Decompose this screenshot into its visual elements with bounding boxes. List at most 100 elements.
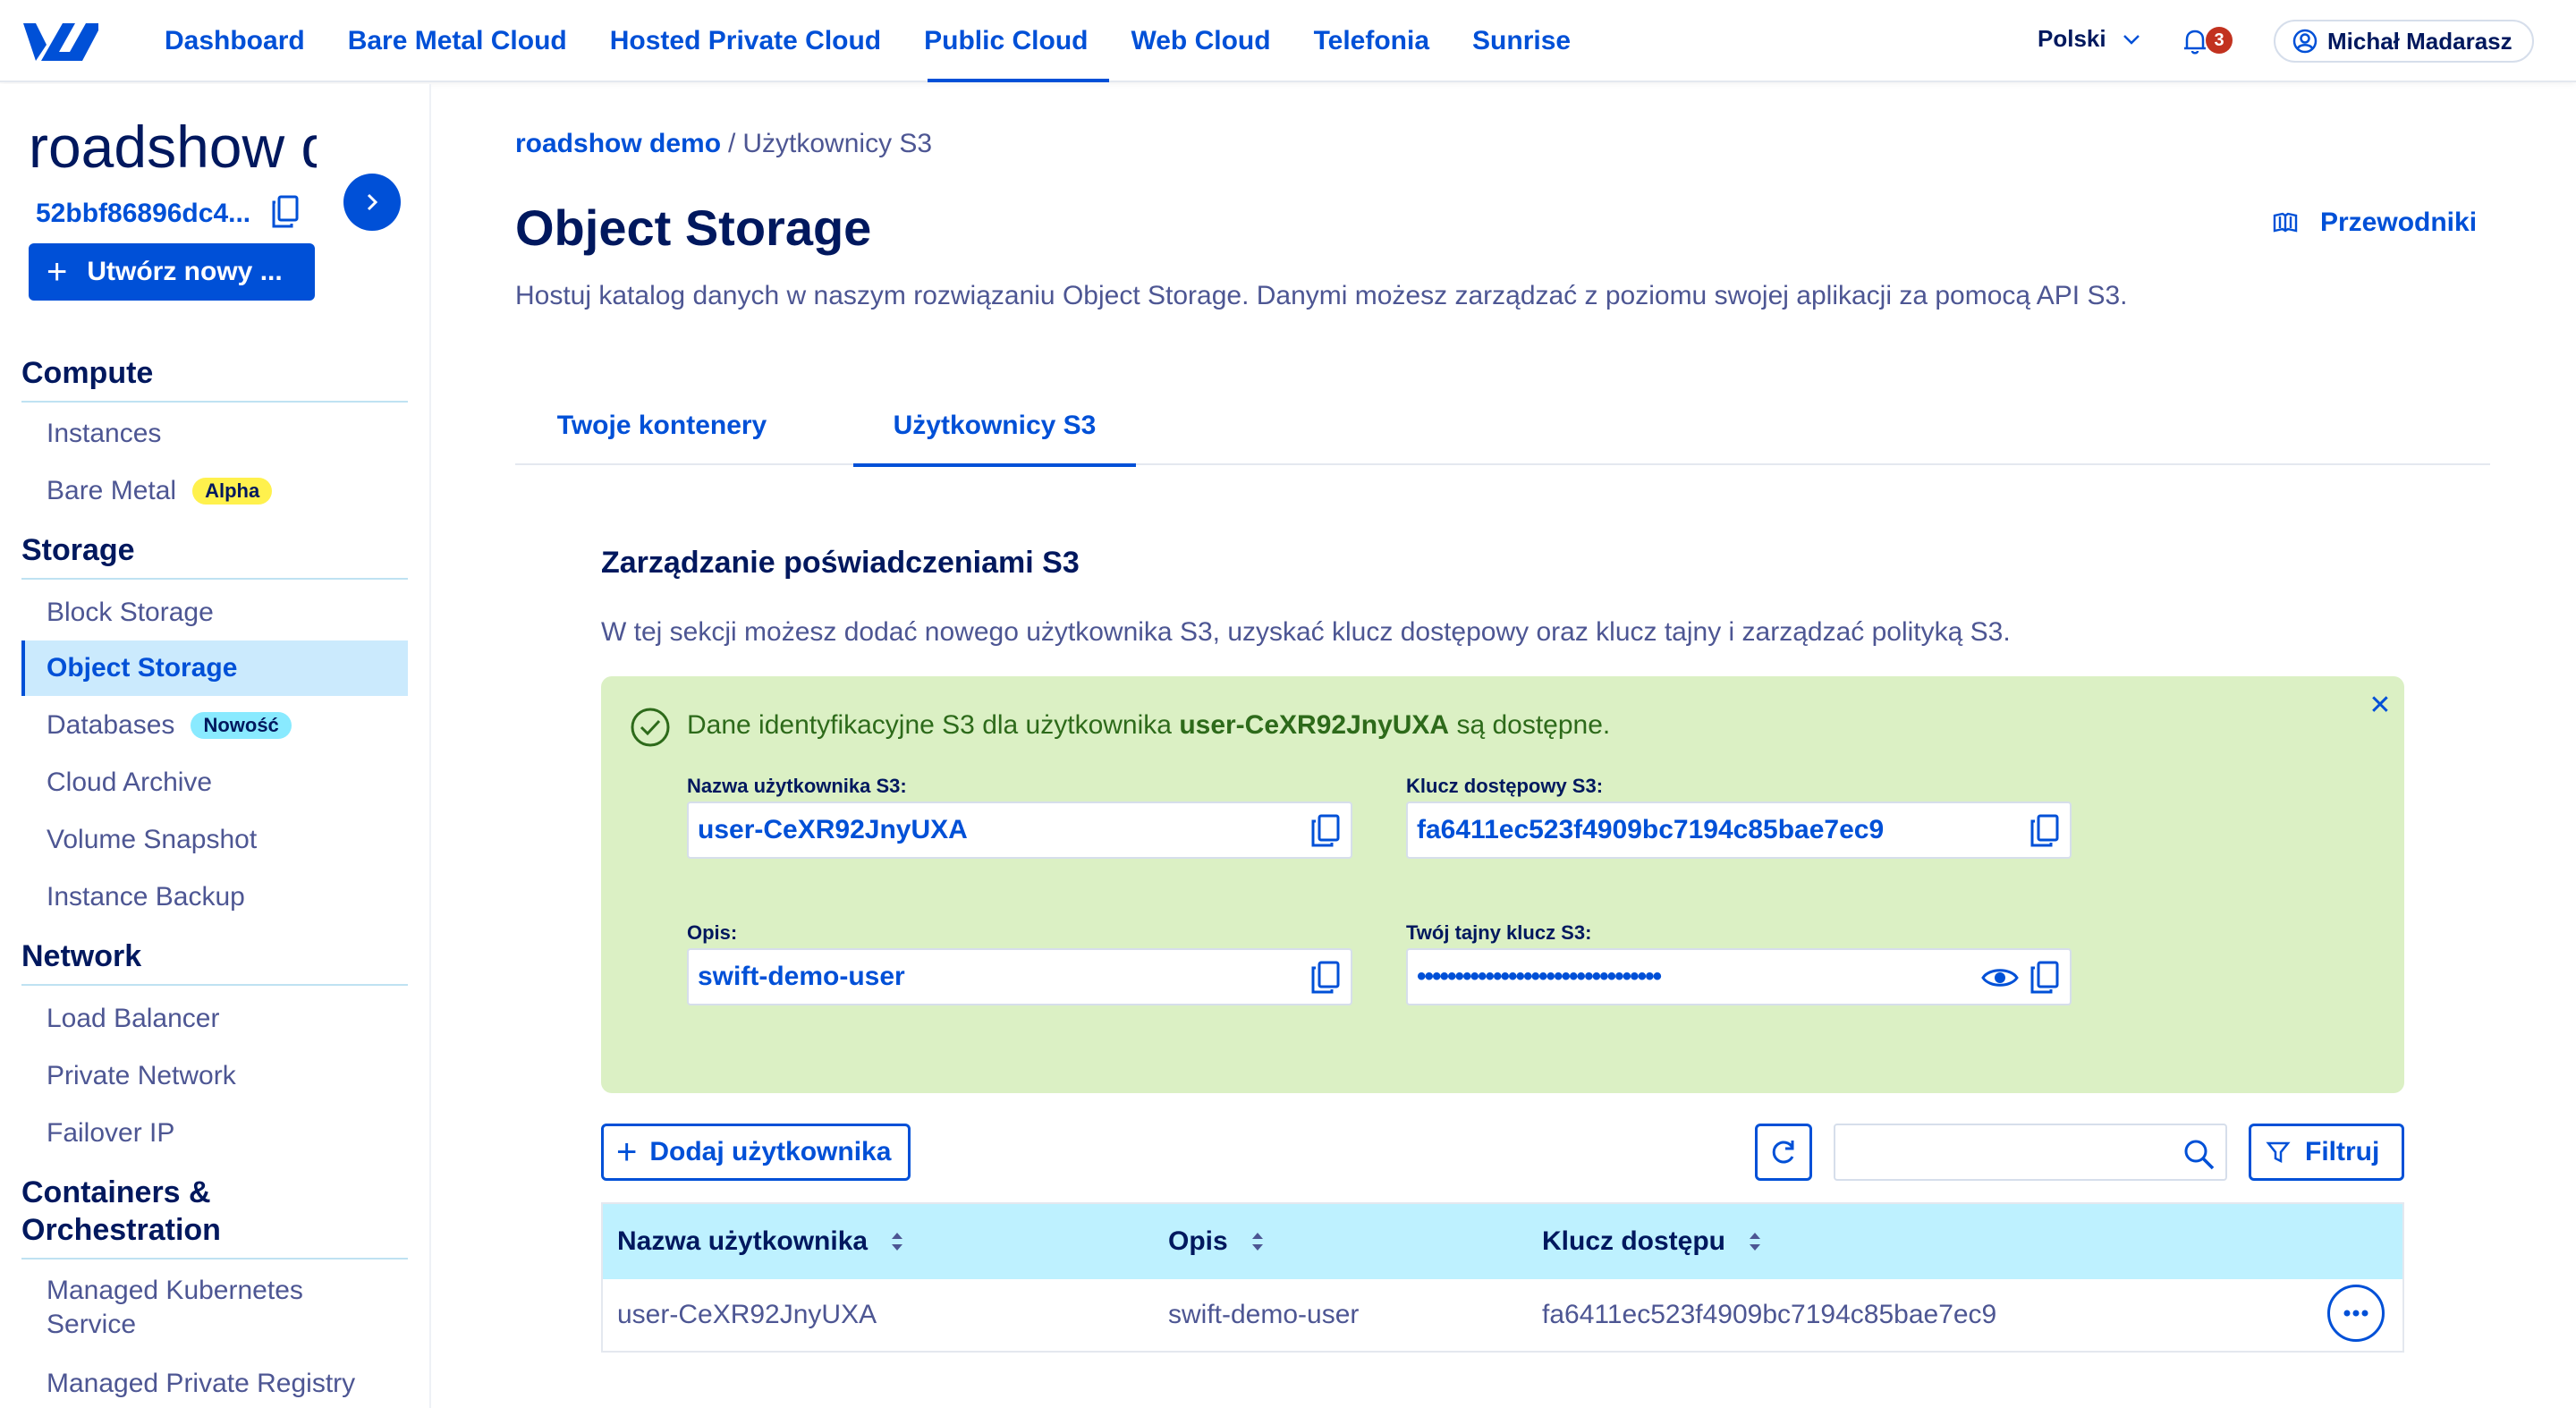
description-field[interactable]: swift-demo-user xyxy=(687,948,1352,1005)
tab-containers[interactable]: Twoje kontenery xyxy=(515,392,809,465)
project-id[interactable]: 52bbf86896dc4... xyxy=(36,199,250,229)
breadcrumb-separator: / xyxy=(728,129,736,158)
sidebar-item-label: Managed Kubernetes Service xyxy=(47,1276,303,1339)
nav-bare-metal-cloud[interactable]: Bare Metal Cloud xyxy=(326,0,589,82)
nav-telefonia[interactable]: Telefonia xyxy=(1292,0,1451,82)
success-message-box: Dane identyfikacyjne S3 dla użytkownika … xyxy=(601,676,2404,1093)
access-key-label: Klucz dostępowy S3: xyxy=(1406,775,1604,797)
cell-access-key: fa6411ec523f4909bc7194c85bae7ec9 xyxy=(1542,1300,1997,1329)
check-circle-icon xyxy=(631,708,670,747)
create-new-button[interactable]: + Utwórz nowy ... xyxy=(29,243,315,301)
username-field[interactable]: user-CeXR92JnyUXA xyxy=(687,802,1352,859)
sidebar-item-volume-snapshot[interactable]: Volume Snapshot xyxy=(21,812,408,868)
section-network: Network xyxy=(21,937,408,986)
section-description: W tej sekcji możesz dodać nowego użytkow… xyxy=(601,617,2011,647)
sidebar-item-label: Instances xyxy=(47,419,162,448)
nav-hosted-private-cloud[interactable]: Hosted Private Cloud xyxy=(589,0,902,82)
username-label: Nazwa użytkownika S3: xyxy=(687,775,907,797)
nav-sunrise[interactable]: Sunrise xyxy=(1451,0,1592,82)
sidebar-item-label: Databases xyxy=(47,710,175,740)
sidebar-item-cloud-archive[interactable]: Cloud Archive xyxy=(21,755,408,810)
add-user-label: Dodaj użytkownika xyxy=(649,1137,892,1166)
row-actions-button[interactable] xyxy=(2327,1285,2385,1342)
book-icon xyxy=(2273,212,2298,233)
top-navigation-bar: Dashboard Bare Metal Cloud Hosted Privat… xyxy=(0,0,2576,82)
copy-icon[interactable] xyxy=(270,195,301,229)
filter-icon xyxy=(2266,1141,2291,1164)
chevron-right-icon xyxy=(367,193,378,211)
ovhcloud-logo[interactable] xyxy=(20,18,102,64)
table-row: user-CeXR92JnyUXA swift-demo-user fa6411… xyxy=(603,1279,2402,1351)
user-menu-button[interactable]: Michał Madarasz xyxy=(2274,20,2534,63)
page-title: Object Storage xyxy=(515,199,872,256)
nav-dashboard[interactable]: Dashboard xyxy=(143,0,326,82)
project-switch-button[interactable] xyxy=(343,174,401,231)
column-header-description[interactable]: Opis xyxy=(1168,1204,1266,1279)
sidebar-item-failover-ip[interactable]: Failover IP xyxy=(21,1106,408,1161)
column-header-label: Nazwa użytkownika xyxy=(617,1226,869,1256)
sidebar-item-bare-metal[interactable]: Bare Metal Alpha xyxy=(21,463,408,519)
search-input[interactable] xyxy=(1843,1132,2165,1172)
breadcrumb: roadshow demo / Użytkownicy S3 xyxy=(515,129,932,159)
language-selector[interactable]: Polski xyxy=(2038,25,2140,53)
column-header-username[interactable]: Nazwa użytkownika xyxy=(617,1204,905,1279)
copy-icon[interactable] xyxy=(2029,814,2061,848)
sidebar-item-label: Failover IP xyxy=(47,1118,175,1148)
sidebar-item-managed-private-registry[interactable]: Managed Private Registry xyxy=(21,1356,408,1408)
sidebar-item-label: Volume Snapshot xyxy=(47,825,258,854)
sidebar-item-label: Load Balancer xyxy=(47,1004,220,1033)
sort-icon xyxy=(1750,1233,1761,1251)
close-icon[interactable]: ✕ xyxy=(2367,692,2394,719)
filter-label: Filtruj xyxy=(2305,1137,2380,1166)
success-prefix: Dane identyfikacyjne S3 dla użytkownika xyxy=(687,710,1180,740)
guides-label: Przewodniki xyxy=(2320,208,2478,237)
sidebar-item-label: Bare Metal xyxy=(47,476,177,505)
eye-icon[interactable] xyxy=(1980,961,2020,995)
search-icon[interactable] xyxy=(2181,1136,2216,1172)
sort-icon xyxy=(892,1233,903,1251)
sidebar-item-private-network[interactable]: Private Network xyxy=(21,1048,408,1104)
copy-icon[interactable] xyxy=(2029,961,2061,995)
sidebar-item-label: Cloud Archive xyxy=(47,768,213,797)
secret-key-label: Twój tajny klucz S3: xyxy=(1406,921,1592,944)
plus-icon: + xyxy=(616,1132,638,1172)
copy-icon[interactable] xyxy=(1309,814,1342,848)
add-user-button[interactable]: + Dodaj użytkownika xyxy=(601,1124,911,1181)
more-horizontal-icon xyxy=(2343,1310,2368,1317)
refresh-icon xyxy=(1772,1141,1794,1164)
sidebar-item-instance-backup[interactable]: Instance Backup xyxy=(21,869,408,925)
create-new-label: Utwórz nowy ... xyxy=(87,257,283,286)
copy-icon[interactable] xyxy=(1309,961,1342,995)
sidebar-item-instances[interactable]: Instances xyxy=(21,406,408,462)
sidebar-item-label: Object Storage xyxy=(47,653,238,683)
success-text: Dane identyfikacyjne S3 dla użytkownika … xyxy=(687,710,1610,741)
new-badge: Nowość xyxy=(191,712,292,739)
column-header-access-key[interactable]: Klucz dostępu xyxy=(1542,1204,1763,1279)
nav-web-cloud[interactable]: Web Cloud xyxy=(1109,0,1292,82)
sidebar-item-managed-kubernetes[interactable]: Managed Kubernetes Service xyxy=(21,1270,317,1342)
table-header: Nazwa użytkownika Opis Klucz dostępu xyxy=(603,1204,2402,1279)
tab-s3-users[interactable]: Użytkownicy S3 xyxy=(853,392,1136,467)
refresh-button[interactable] xyxy=(1755,1124,1812,1181)
language-label: Polski xyxy=(2038,25,2106,52)
sort-icon xyxy=(1251,1233,1263,1251)
cell-username: user-CeXR92JnyUXA xyxy=(617,1300,877,1329)
guides-link[interactable]: Przewodniki xyxy=(2272,208,2477,238)
success-suffix: są dostępne. xyxy=(1449,710,1611,740)
column-header-label: Klucz dostępu xyxy=(1542,1226,1726,1256)
section-compute: Compute xyxy=(21,354,408,403)
search-box xyxy=(1834,1124,2227,1181)
breadcrumb-project-link[interactable]: roadshow demo xyxy=(515,129,721,159)
secret-key-field[interactable]: •••••••••••••••••••••••••••••••• xyxy=(1406,948,2072,1005)
sidebar-item-block-storage[interactable]: Block Storage xyxy=(21,585,408,640)
alpha-badge: Alpha xyxy=(192,478,273,505)
access-key-value: fa6411ec523f4909bc7194c85bae7ec9 xyxy=(1417,815,1885,844)
sidebar-item-databases[interactable]: Databases Nowość xyxy=(21,698,408,753)
nav-public-cloud[interactable]: Public Cloud xyxy=(902,0,1110,82)
secret-key-value: •••••••••••••••••••••••••••••••• xyxy=(1417,962,1662,991)
sidebar-item-object-storage[interactable]: Object Storage xyxy=(21,640,408,696)
access-key-field[interactable]: fa6411ec523f4909bc7194c85bae7ec9 xyxy=(1406,802,2072,859)
section-title: Zarządzanie poświadczeniami S3 xyxy=(601,546,1080,580)
filter-button[interactable]: Filtruj xyxy=(2249,1124,2404,1181)
sidebar-item-load-balancer[interactable]: Load Balancer xyxy=(21,991,408,1047)
